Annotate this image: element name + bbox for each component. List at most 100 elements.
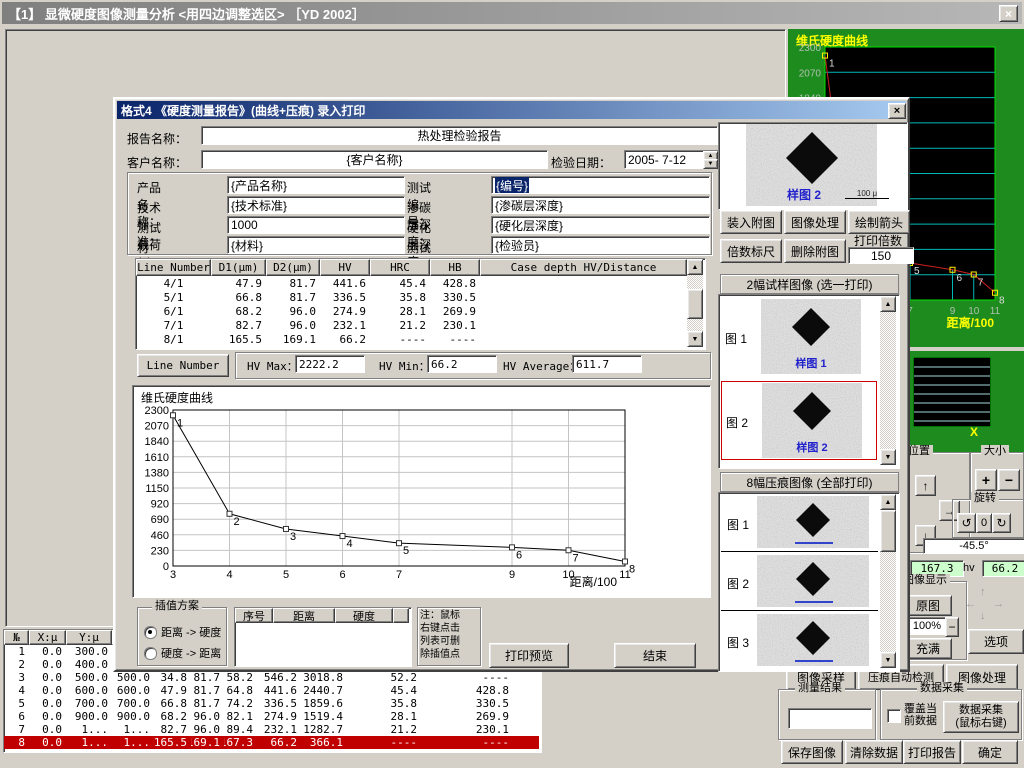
column-header[interactable]: Y:μ xyxy=(66,630,112,645)
original-size-button[interactable]: 原图 xyxy=(904,595,952,616)
size-minus-button[interactable]: − xyxy=(998,469,1020,491)
scroll-down-button[interactable]: ▼ xyxy=(880,449,896,465)
rotate-cw-button[interactable]: ↻ xyxy=(992,513,1011,533)
save-image-button[interactable]: 保存图像 xyxy=(781,740,843,764)
radio-hard-to-dist[interactable]: 硬度 -> 距离 xyxy=(144,645,221,661)
scroll-down-button[interactable]: ▼ xyxy=(687,331,703,347)
dialog-titlebar[interactable]: 格式4 《硬度测量报告》(曲线+压痕) 录入打印 xyxy=(117,101,906,119)
scroll-up-button[interactable]: ▲ xyxy=(880,494,896,510)
list-item[interactable]: 图 1样图 1 xyxy=(721,298,877,377)
column-header[interactable]: HV xyxy=(320,259,370,276)
column-header[interactable]: 距离 xyxy=(273,608,335,623)
indent-thumbnail[interactable] xyxy=(757,555,869,607)
scale-ruler-button[interactable]: 倍数标尺 xyxy=(720,239,782,263)
rotate-zero-button[interactable]: 0 xyxy=(976,513,992,533)
size-plus-button[interactable]: + xyxy=(975,469,997,491)
table-row[interactable]: 8/1165.5169.166.2-------- xyxy=(136,332,687,346)
load-image-button[interactable]: 装入附图 xyxy=(720,210,782,234)
field-input[interactable]: {检验员} xyxy=(491,236,710,254)
indent-image-list[interactable]: 图 1图 2图 3▲▼ xyxy=(718,492,900,672)
list-item[interactable]: 图 3 xyxy=(721,612,878,670)
table-row[interactable]: 80.01...1...165.5169.1167.366.2366.1----… xyxy=(4,736,539,749)
fit-button[interactable]: 充满 xyxy=(904,638,952,659)
side-image-process-button[interactable]: 图像处理 xyxy=(784,210,846,234)
date-spin-down-button[interactable]: ▼ xyxy=(703,159,718,169)
column-header[interactable]: HRC xyxy=(370,259,430,276)
dialog-close-button[interactable]: × xyxy=(888,103,906,119)
window-close-button[interactable]: × xyxy=(999,5,1018,22)
move-up-button[interactable]: ↑ xyxy=(915,475,936,496)
column-header[interactable]: Case depth HV/Distance xyxy=(480,259,687,276)
column-header[interactable]: № xyxy=(4,630,29,645)
rotate-ccw-button[interactable]: ↺ xyxy=(957,513,976,533)
acquire-button[interactable]: 数据采集 (鼠标右键) xyxy=(943,701,1019,733)
line-number-button[interactable]: Line Number xyxy=(137,354,229,377)
table-row[interactable]: 4/147.981.7441.645.4428.8 xyxy=(136,276,687,290)
field-input[interactable]: 1000 xyxy=(227,216,405,234)
field-input[interactable]: {硬化层深度} xyxy=(491,216,710,234)
indent-thumbnail[interactable] xyxy=(757,614,869,666)
results-table[interactable]: Line NumberD1(μm)D2(μm)HVHRCHBCase depth… xyxy=(135,258,706,350)
scroll-thumb[interactable] xyxy=(880,510,896,552)
table-row[interactable]: 6/168.296.0274.928.1269.9 xyxy=(136,304,687,318)
hv-min-field[interactable]: 66.2 xyxy=(427,355,497,373)
sample-thumbnail[interactable]: 样图 1 xyxy=(761,299,861,374)
scroll-up-button[interactable]: ▲ xyxy=(687,259,703,275)
scrollbar[interactable]: ▲▼ xyxy=(687,259,703,347)
table-row[interactable]: 7/182.796.0232.121.2230.1 xyxy=(136,318,687,332)
table-row[interactable]: 30.0500.0500.034.881.758.2546.23018.852.… xyxy=(4,671,539,684)
report-name-field[interactable]: 热处理检验报告 xyxy=(201,126,718,145)
hv-max-field[interactable]: 2222.2 xyxy=(295,355,365,373)
hv-average-field[interactable]: 611.7 xyxy=(572,355,642,373)
table-row[interactable]: 50.0700.0700.066.881.774.2336.51859.635.… xyxy=(4,697,539,710)
interp-table[interactable]: 序号距离硬度 xyxy=(234,607,412,667)
column-header[interactable]: X:μ xyxy=(29,630,66,645)
column-header[interactable]: D2(μm) xyxy=(266,259,320,276)
pan-cross-icon[interactable]: ↑ ← → ↓ xyxy=(962,586,1008,624)
list-item[interactable]: 图 2 xyxy=(721,553,878,611)
scroll-up-button[interactable]: ▲ xyxy=(880,296,896,312)
radio-dist-to-hard[interactable]: 距离 -> 硬度 xyxy=(144,624,221,640)
table-cell: 34.8 xyxy=(154,671,191,684)
clear-data-button[interactable]: 清除数据 xyxy=(845,740,903,764)
print-zoom-field[interactable]: 150 xyxy=(848,247,914,264)
field-input[interactable]: {材料} xyxy=(227,236,405,254)
zoom-minus-button[interactable]: − xyxy=(945,617,959,637)
print-report-button[interactable]: 打印报告 xyxy=(903,740,961,764)
table-row[interactable]: 70.01...1...82.796.089.4232.11282.721.22… xyxy=(4,723,539,736)
column-header[interactable]: 序号 xyxy=(235,608,273,623)
svg-text:5: 5 xyxy=(914,266,920,277)
table-cell: 0.0 xyxy=(29,671,66,684)
print-preview-button[interactable]: 打印预览 xyxy=(489,643,569,668)
draw-arrow-button[interactable]: 绘制箭头 xyxy=(848,210,910,234)
scrollbar[interactable]: ▲▼ xyxy=(880,494,896,668)
column-header[interactable]: HB xyxy=(430,259,480,276)
field-input[interactable]: {技术标准} xyxy=(227,196,405,214)
zoom-value-field[interactable]: 100% xyxy=(904,617,950,635)
table-row[interactable]: 5/166.881.7336.535.8330.5 xyxy=(136,290,687,304)
options-button[interactable]: 选项 xyxy=(968,629,1024,654)
ok-button[interactable]: 确定 xyxy=(962,740,1018,764)
list-item[interactable]: 图 2样图 2 xyxy=(721,381,877,460)
sample-image-list[interactable]: 图 1样图 1图 2样图 2▲▼ xyxy=(718,294,900,469)
measure-result-field[interactable] xyxy=(788,708,872,729)
field-input[interactable]: {渗碳层深度} xyxy=(491,196,710,214)
thumbnail-caption-mark xyxy=(795,601,833,603)
table-row[interactable]: 40.0600.0600.047.981.764.8441.62440.745.… xyxy=(4,684,539,697)
overwrite-checkbox[interactable] xyxy=(887,709,901,723)
sample-thumbnail[interactable]: 样图 2 xyxy=(762,383,862,458)
indent-thumbnail[interactable] xyxy=(757,496,869,548)
table-row[interactable]: 60.0900.0900.068.296.082.1274.91519.428.… xyxy=(4,710,539,723)
column-header[interactable]: Line Number xyxy=(136,259,211,276)
customer-name-field[interactable]: {客户名称} xyxy=(201,150,548,169)
end-button[interactable]: 结束 xyxy=(614,643,696,668)
column-header[interactable]: D1(μm) xyxy=(211,259,266,276)
list-item[interactable]: 图 1 xyxy=(721,494,878,552)
field-input[interactable]: {编号} xyxy=(491,176,710,194)
field-input[interactable]: {产品名称} xyxy=(227,176,405,194)
scroll-thumb[interactable] xyxy=(687,289,703,319)
column-header[interactable]: 硬度 xyxy=(335,608,393,623)
scrollbar[interactable]: ▲▼ xyxy=(880,296,896,465)
delete-image-button[interactable]: 删除附图 xyxy=(784,239,846,263)
scroll-down-button[interactable]: ▼ xyxy=(880,652,896,668)
